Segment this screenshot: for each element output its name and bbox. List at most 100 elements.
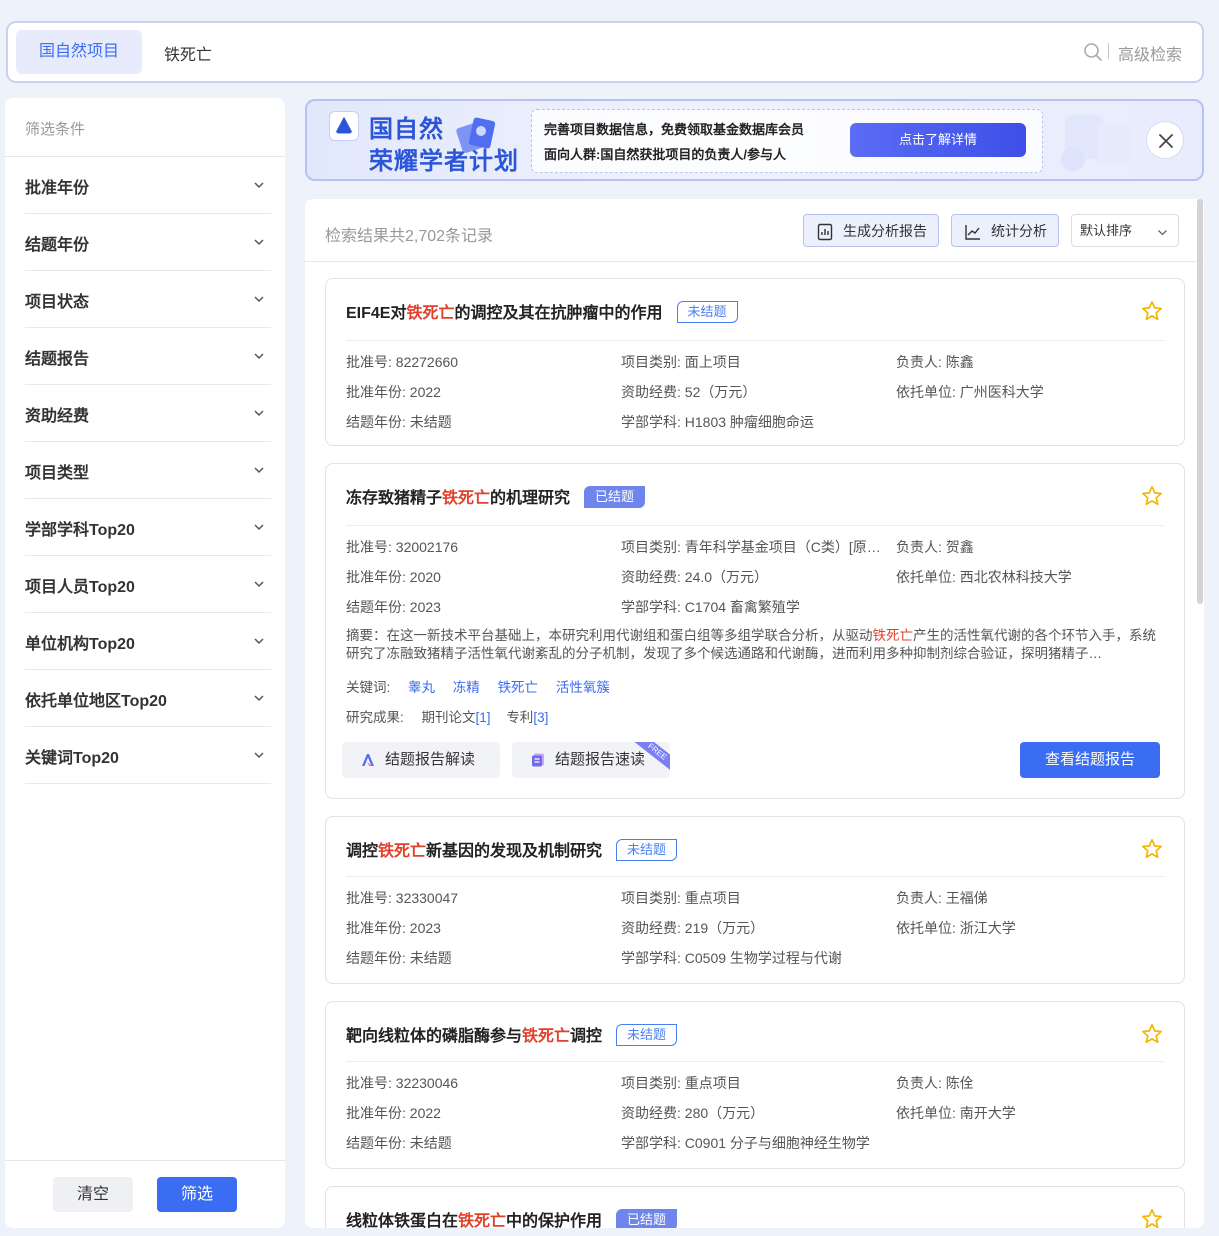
project-card[interactable]: EIF4E对铁死亡的调控及其在抗肿瘤中的作用 未结题 批准号: 82272660 … xyxy=(325,278,1185,446)
chevron-down-icon xyxy=(254,467,264,474)
title-text: EIF4E对 xyxy=(346,305,407,322)
project-leader[interactable]: 负责人: 贺鑫 xyxy=(896,537,1166,557)
star-icon[interactable] xyxy=(1141,1023,1163,1045)
host-institution[interactable]: 依托单位: 广州医科大学 xyxy=(896,382,1166,402)
end-year: 结题年份: 2023 xyxy=(346,599,441,615)
view-report-button[interactable]: 查看结题报告 xyxy=(1020,742,1160,778)
filter-item[interactable]: 学部学科Top20 xyxy=(25,499,271,556)
patent-count-link[interactable]: [3] xyxy=(533,710,548,725)
filter-sidebar: 筛选条件 批准年份结题年份项目状态结题报告资助经费项目类型学部学科Top20 项目… xyxy=(5,98,285,1228)
filter-item-label: 项目状态 xyxy=(25,294,90,311)
project-card[interactable]: 调控铁死亡新基因的发现及机制研究 未结题 批准号: 32330047 项目类别: … xyxy=(325,816,1185,984)
approval-number: 批准号: 82272660 xyxy=(346,354,459,370)
report-quickread-button[interactable]: 结题报告速读 FREE xyxy=(512,742,670,778)
filter-item-label: 关键词Top20 xyxy=(25,750,119,767)
filter-item[interactable]: 单位机构Top20 xyxy=(25,613,271,670)
project-title[interactable]: 调控铁死亡新基因的发现及机制研究 未结题 xyxy=(346,837,678,861)
scrollbar[interactable] xyxy=(1197,199,1203,604)
project-title[interactable]: 线粒体铁蛋白在铁死亡中的保护作用 已结题 xyxy=(346,1207,678,1228)
banner-decoration xyxy=(1061,115,1131,171)
keywords-label: 关键词: xyxy=(346,680,391,695)
keyword-link[interactable]: 冻精 xyxy=(453,680,480,695)
status-badge: 未结题 xyxy=(616,1024,678,1046)
generate-report-button[interactable]: 生成分析报告 xyxy=(803,214,939,247)
search-type-selector[interactable]: 国自然项目 xyxy=(16,30,142,74)
results-panel: 检索结果共2,702条记录 生成分析报告 统计分析 默认排序 EIF4E对铁死亡… xyxy=(305,199,1204,1228)
close-icon xyxy=(1159,134,1173,148)
funding-amount: 资助经费: 280（万元） xyxy=(621,1105,765,1121)
chevron-down-icon xyxy=(254,182,264,189)
chevron-down-icon xyxy=(254,638,264,645)
abstract: 摘要：在这一新技术平台基础上，本研究利用代谢组和蛋白组等多组学联合分析，从驱动铁… xyxy=(346,627,1164,663)
approval-number: 批准号: 32002176 xyxy=(346,539,459,555)
star-icon[interactable] xyxy=(1141,300,1163,322)
advanced-search-link[interactable]: 高级检索 xyxy=(1118,41,1182,65)
filter-item-label: 批准年份 xyxy=(25,180,90,197)
project-title[interactable]: EIF4E对铁死亡的调控及其在抗肿瘤中的作用 未结题 xyxy=(346,299,738,323)
search-icon[interactable] xyxy=(1083,42,1103,62)
project-card[interactable]: 线粒体铁蛋白在铁死亡中的保护作用 已结题 xyxy=(325,1186,1185,1228)
project-title[interactable]: 靶向线粒体的磷脂酶参与铁死亡调控 未结题 xyxy=(346,1022,678,1046)
banner-text-2: 面向人群:国自然获批项目的负责人/参与人 xyxy=(544,147,786,162)
statistics-button[interactable]: 统计分析 xyxy=(951,214,1059,247)
paper-count-link[interactable]: [1] xyxy=(476,710,491,725)
chevron-down-icon xyxy=(254,524,264,531)
title-text: 中的保护作用 xyxy=(506,1213,603,1228)
star-icon[interactable] xyxy=(1141,838,1163,860)
project-title[interactable]: 冻存致猪精子铁死亡的机理研究 已结题 xyxy=(346,484,646,508)
keyword-link[interactable]: 睾丸 xyxy=(408,680,435,695)
filter-title: 筛选条件 xyxy=(25,121,86,138)
search-bar: 国自然项目 高级检索 xyxy=(6,21,1204,83)
filter-item[interactable]: 依托单位地区Top20 xyxy=(25,670,271,727)
host-institution[interactable]: 依托单位: 西北农林科技大学 xyxy=(896,567,1166,587)
title-text: 冻存致猪精子 xyxy=(346,490,443,507)
project-card[interactable]: 靶向线粒体的磷脂酶参与铁死亡调控 未结题 批准号: 32230046 项目类别: … xyxy=(325,1001,1185,1169)
filter-item[interactable]: 批准年份 xyxy=(25,157,271,214)
filter-item[interactable]: 项目状态 xyxy=(25,271,271,328)
chevron-down-icon xyxy=(254,581,264,588)
keyword-link[interactable]: 铁死亡 xyxy=(498,680,539,695)
sort-dropdown[interactable]: 默认排序 xyxy=(1071,214,1179,247)
filter-button[interactable]: 筛选 xyxy=(157,1177,237,1212)
host-institution[interactable]: 依托单位: 南开大学 xyxy=(896,1103,1166,1123)
filter-item-label: 依托单位地区Top20 xyxy=(25,693,167,710)
filter-item[interactable]: 项目类型 xyxy=(25,442,271,499)
filter-item-label: 学部学科Top20 xyxy=(25,522,135,539)
research-results-row: 研究成果: 期刊论文[1] 专利[3] xyxy=(346,706,548,726)
filter-item-label: 项目人员Top20 xyxy=(25,579,135,596)
filter-item-label: 项目类型 xyxy=(25,465,90,482)
report-icon xyxy=(817,223,833,241)
chevron-down-icon xyxy=(254,353,264,360)
keyword-link[interactable]: 活性氧簇 xyxy=(556,680,610,695)
banner-cta-button[interactable]: 点击了解详情 xyxy=(850,123,1026,157)
clear-button[interactable]: 清空 xyxy=(53,1177,133,1212)
filter-item[interactable]: 资助经费 xyxy=(25,385,271,442)
star-icon[interactable] xyxy=(1141,485,1163,507)
close-banner-button[interactable] xyxy=(1146,121,1184,159)
result-count: 检索结果共2,702条记录 xyxy=(325,228,494,245)
title-text: 线粒体铁蛋白在 xyxy=(346,1213,459,1228)
project-leader[interactable]: 负责人: 陈佺 xyxy=(896,1073,1166,1093)
filter-item[interactable]: 结题报告 xyxy=(25,328,271,385)
filter-item[interactable]: 关键词Top20 xyxy=(25,727,271,784)
project-leader[interactable]: 负责人: 陈鑫 xyxy=(896,352,1166,372)
chevron-down-icon xyxy=(254,695,264,702)
project-category: 项目类别: 青年科学基金项目（C类）[原… xyxy=(621,539,881,555)
filter-item[interactable]: 结题年份 xyxy=(25,214,271,271)
report-quickread-label: 结题报告速读 xyxy=(555,751,646,768)
divider xyxy=(346,876,1164,877)
filter-item-label: 结题报告 xyxy=(25,351,90,368)
report-interpret-button[interactable]: 结题报告解读 xyxy=(342,742,500,778)
funding-amount: 资助经费: 52（万元） xyxy=(621,384,757,400)
project-leader[interactable]: 负责人: 王福俤 xyxy=(896,888,1166,908)
search-input[interactable] xyxy=(164,33,964,73)
star-icon[interactable] xyxy=(1141,1208,1163,1228)
project-card[interactable]: 冻存致猪精子铁死亡的机理研究 已结题 批准号: 32002176 项目类别: 青年… xyxy=(325,463,1185,799)
project-category: 项目类别: 重点项目 xyxy=(621,890,741,906)
filter-item[interactable]: 项目人员Top20 xyxy=(25,556,271,613)
host-institution[interactable]: 依托单位: 浙江大学 xyxy=(896,918,1166,938)
filter-item-label: 结题年份 xyxy=(25,237,90,254)
ai-logo-icon xyxy=(362,754,374,766)
approval-year: 批准年份: 2020 xyxy=(346,569,441,585)
title-text: 靶向线粒体的磷脂酶参与 xyxy=(346,1028,523,1045)
